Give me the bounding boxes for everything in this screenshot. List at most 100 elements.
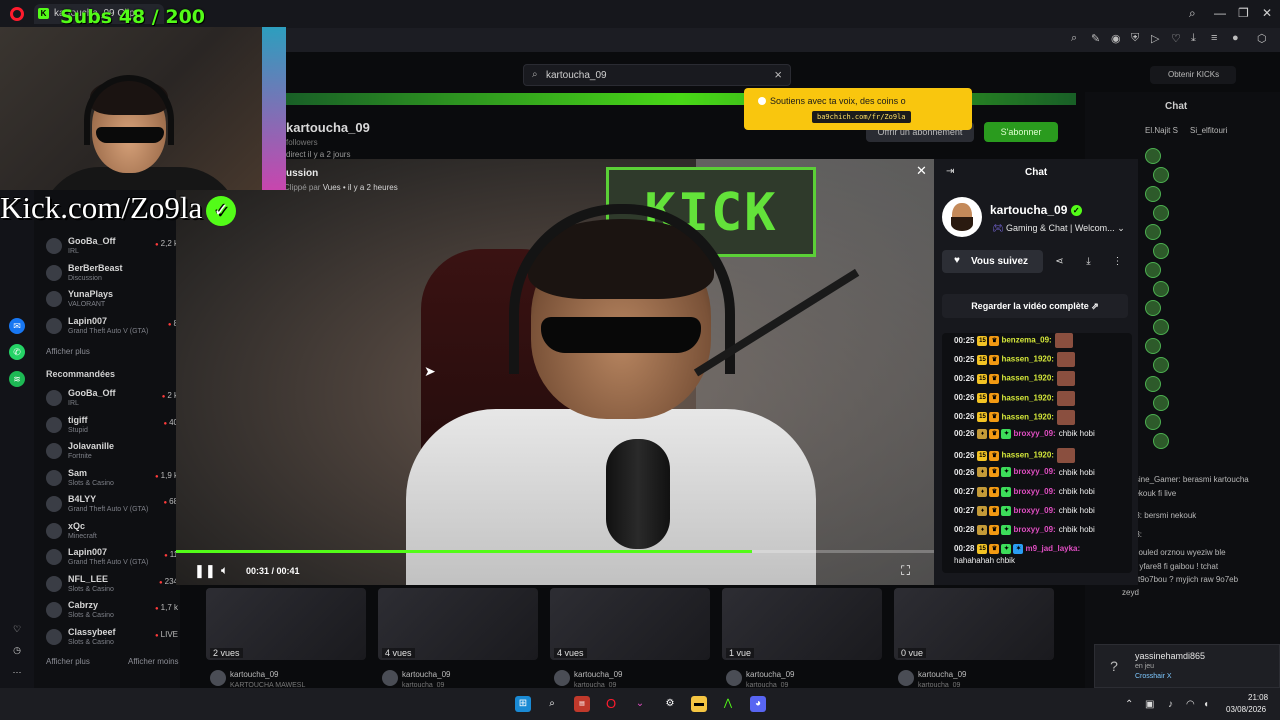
fullscreen-icon[interactable]: ⛶ (901, 563, 910, 579)
sidebar-channel[interactable]: Jolavanille Fortnite (46, 441, 178, 467)
sidebar-channel[interactable]: tigiffStupid40 (46, 415, 178, 441)
watch-full-video-button[interactable]: Regarder la vidéo complète ⇗ (942, 294, 1128, 318)
sidebar-channel[interactable]: Lapin007Grand Theft Auto V (GTA)8 (46, 316, 178, 342)
clip-video[interactable]: KICK (176, 159, 934, 585)
pinned-user[interactable]: Si_elfitouri (1190, 126, 1227, 135)
profile-icon[interactable]: ● (1232, 32, 1239, 44)
sidebar-channel[interactable]: NFL_LEESlots & Casino234 (46, 574, 178, 600)
show-less-link[interactable]: Afficher moins (128, 657, 179, 666)
tray-app-icon[interactable]: ▣ (1145, 699, 1154, 710)
search-icon[interactable]: ⌕ (1189, 6, 1196, 21)
chat-username[interactable]: hassen_1920: (1001, 393, 1053, 402)
sidebar-channel[interactable]: B4LYYGrand Theft Auto V (GTA)68 (46, 494, 178, 520)
more-icon[interactable]: ⋯ (9, 664, 25, 680)
channel-avatar[interactable] (942, 197, 982, 237)
sidebar-channel[interactable]: SamSlots & Casino 1,9 k (46, 468, 178, 494)
search-icon[interactable]: ⌕ (544, 696, 560, 712)
play-icon[interactable]: ▷ (1151, 32, 1159, 45)
show-more-link[interactable]: Afficher plus (46, 347, 90, 356)
crown-badge-icon: ♛ (989, 525, 1000, 535)
app-icon[interactable]: ⋀ (720, 696, 736, 712)
related-channel-name[interactable]: kartoucha_09 (230, 670, 278, 679)
close-button[interactable]: ✕ (1262, 6, 1272, 20)
settings-icon[interactable]: ⚙ (662, 696, 678, 712)
sidebar-channel[interactable]: ClassybeefSlots & Casino LIVE (46, 627, 178, 653)
chat-username[interactable]: benzema_09: (1001, 336, 1051, 345)
related-channel-name[interactable]: kartoucha_09 (574, 670, 622, 679)
messenger-icon[interactable]: ✉ (9, 318, 25, 334)
sidebar-channel[interactable]: xQc Minecraft (46, 521, 178, 547)
progress-bar[interactable] (176, 550, 934, 553)
clear-search-icon[interactable]: × (774, 67, 782, 82)
pause-button[interactable]: ❚❚ (194, 563, 216, 579)
heart-icon[interactable]: ♡ (9, 621, 25, 637)
show-more-link[interactable]: Afficher plus (46, 657, 90, 666)
channel-avatar (46, 496, 62, 512)
maximize-button[interactable]: ❐ (1238, 6, 1249, 20)
download-icon[interactable]: ⤓ (1076, 250, 1101, 273)
volume-icon[interactable]: 🔈︎ (221, 563, 228, 578)
camera-icon[interactable]: ◉ (1111, 32, 1121, 45)
app-icon[interactable]: ⌄ (632, 696, 648, 712)
sidebar-channel[interactable]: BerBerBeast Discussion (46, 263, 178, 289)
emote-icon (1145, 414, 1161, 430)
opera-icon[interactable]: O (603, 696, 619, 712)
game-notification[interactable]: ? yassinehamdi865 en jeu Crosshair X (1094, 644, 1280, 688)
channel-avatar (46, 602, 62, 618)
volume-icon[interactable]: ◖ (1203, 699, 1209, 710)
whatsapp-icon[interactable]: ✆ (9, 344, 25, 360)
channel-category: Slots & Casino (68, 638, 114, 646)
chat-username[interactable]: broxyy_09: (1013, 525, 1055, 534)
chat-username[interactable]: hassen_1920: (1001, 451, 1053, 460)
sidebar-channel[interactable]: Cabrzy Slots & Casino 1,7 k (46, 600, 178, 626)
chat-username[interactable]: broxyy_09: (1013, 468, 1055, 477)
folder-icon[interactable]: ▬ (691, 696, 707, 712)
history-icon[interactable]: ◷ (9, 642, 25, 658)
sidebar-channel[interactable]: GooBa_Off IRL 2,2 k (46, 236, 178, 262)
extensions-icon[interactable]: ⬡ (1257, 32, 1267, 45)
chat-username[interactable]: hassen_1920: (1001, 374, 1053, 383)
chat-username[interactable]: broxyy_09: (1013, 429, 1055, 438)
opera-logo-icon[interactable] (10, 7, 24, 21)
chat-username[interactable]: hassen_1920: (1001, 412, 1053, 421)
collapse-chat-icon[interactable]: ⇥ (946, 166, 954, 177)
clip-channel-name[interactable]: kartoucha_09 ✓ (990, 203, 1082, 217)
related-channel-name[interactable]: kartoucha_09 (402, 670, 450, 679)
menu-icon[interactable]: ≡ (1211, 32, 1217, 44)
download-icon[interactable]: ⤓ (1191, 32, 1196, 45)
chat-username[interactable]: hassen_1920: (1001, 355, 1053, 364)
edit-icon[interactable]: ✎ (1091, 32, 1100, 45)
heart-icon[interactable]: ♡ (1171, 32, 1181, 45)
minimize-button[interactable]: — (1214, 6, 1226, 20)
donation-toast[interactable]: Soutiens avec ta voix, des coins o ba9ch… (744, 88, 972, 130)
sidebar-channel[interactable]: Lapin007Grand Theft Auto V (GTA)11 (46, 547, 178, 573)
search-icon[interactable]: ⌕ (1071, 32, 1077, 45)
chat-username[interactable]: m9_jad_layka: (1025, 544, 1080, 553)
spotify-icon[interactable]: ≋ (9, 371, 25, 387)
search-input[interactable]: ⌕ kartoucha_09 × (523, 64, 791, 86)
wifi-icon[interactable]: ◠ (1186, 699, 1195, 710)
tray-chevron-icon[interactable]: ⌃ (1125, 699, 1133, 710)
toast-link[interactable]: ba9chich.com/fr/Zo9la (812, 111, 911, 123)
app-icon[interactable]: ▤ (574, 696, 590, 712)
microphone-icon[interactable]: ♪ (1168, 699, 1173, 710)
viewer-count: LIVE (155, 630, 178, 639)
discord-icon[interactable]: ◕ (750, 696, 766, 712)
shield-icon[interactable]: ⛨ (1131, 32, 1139, 45)
pinned-user[interactable]: El.Najit S (1145, 126, 1178, 135)
following-button[interactable]: ♥ Vous suivez (942, 250, 1043, 273)
chat-username[interactable]: broxyy_09: (1013, 506, 1055, 515)
related-channel-name[interactable]: kartoucha_09 (746, 670, 794, 679)
sidebar-channel[interactable]: GooBa_OffIRL2 k (46, 388, 178, 414)
subscribe-button[interactable]: S'abonner (984, 122, 1058, 142)
get-kicks-button[interactable]: Obtenir KICKs (1150, 66, 1236, 84)
share-icon[interactable]: ⋖ (1047, 250, 1072, 273)
related-channel-name[interactable]: kartoucha_09 (918, 670, 966, 679)
more-options-icon[interactable]: ⋮ (1105, 250, 1130, 273)
sidebar-channel[interactable]: YunaPlays VALORANT (46, 289, 178, 315)
chat-username[interactable]: broxyy_09: (1013, 487, 1055, 496)
star-badge-icon: ✦ (1001, 525, 1012, 535)
windows-start-icon[interactable]: ⊞ (515, 696, 531, 712)
chevron-down-icon[interactable]: ⌄ (1117, 223, 1125, 233)
close-modal-icon[interactable]: ✕ (916, 163, 927, 179)
